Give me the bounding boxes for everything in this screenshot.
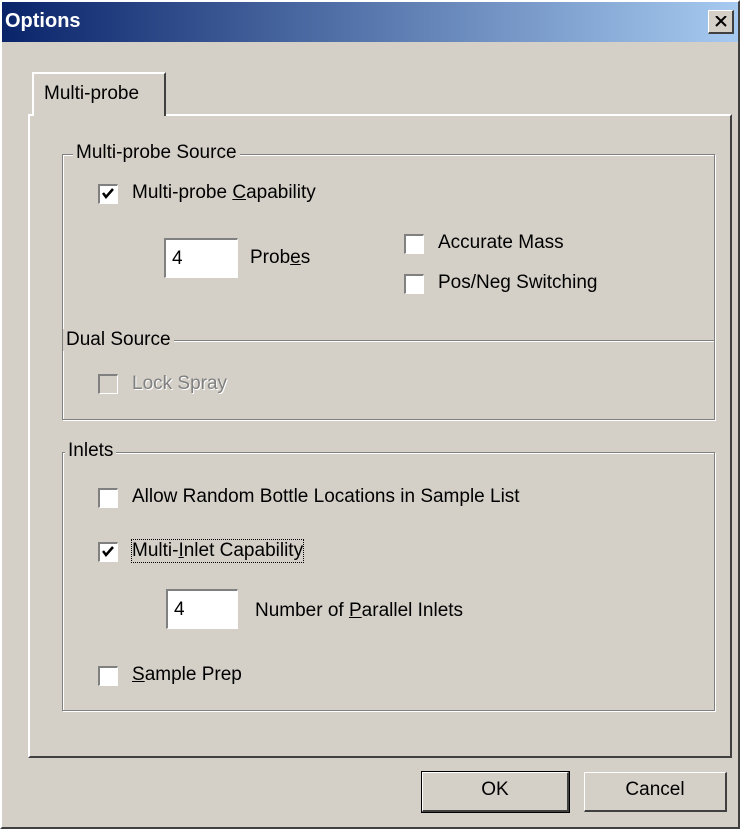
close-icon: [715, 16, 727, 27]
sample-prep-label[interactable]: Sample Prep: [132, 664, 242, 686]
ok-button[interactable]: OK: [421, 771, 570, 813]
multi-inlet-label[interactable]: Multi-Inlet Capability: [130, 539, 305, 563]
inlets-legend: Inlets: [65, 440, 117, 462]
pos-neg-switching-checkbox[interactable]: [404, 274, 424, 294]
random-bottle-checkbox[interactable]: [98, 488, 118, 508]
lock-spray-label: Lock Spray: [132, 373, 228, 394]
multiprobe-source-legend: Multi-probe Source: [73, 142, 240, 164]
probes-label: Probes: [250, 247, 311, 268]
multiprobe-capability-label[interactable]: Multi-probe Capability: [132, 182, 316, 204]
multi-inlet-checkbox[interactable]: [98, 542, 118, 562]
pos-neg-switching-label[interactable]: Pos/Neg Switching: [438, 272, 597, 294]
parallel-inlets-input[interactable]: 4: [166, 589, 238, 629]
probes-input[interactable]: 4: [164, 238, 238, 278]
options-dialog: Options Multi-probe Multi-probe Source M…: [0, 0, 740, 829]
checkmark-icon: [102, 546, 114, 557]
title-bar[interactable]: Options: [2, 2, 738, 42]
dual-source-legend: Dual Source: [63, 329, 174, 351]
checkmark-icon: [102, 188, 114, 199]
lock-spray-checkbox: [98, 374, 118, 394]
sample-prep-checkbox[interactable]: [98, 666, 118, 686]
multiprobe-capability-checkbox[interactable]: [98, 184, 118, 204]
cancel-button[interactable]: Cancel: [584, 772, 727, 812]
tab-multi-probe[interactable]: Multi-probe: [32, 72, 166, 116]
accurate-mass-checkbox[interactable]: [404, 234, 424, 254]
tab-label: Multi-probe: [44, 83, 140, 104]
random-bottle-label[interactable]: Allow Random Bottle Locations in Sample …: [132, 486, 520, 508]
parallel-inlets-label: Number of Parallel Inlets: [255, 600, 464, 621]
accurate-mass-label[interactable]: Accurate Mass: [438, 232, 564, 254]
close-button[interactable]: [708, 10, 734, 34]
dialog-title: Options: [5, 10, 81, 32]
